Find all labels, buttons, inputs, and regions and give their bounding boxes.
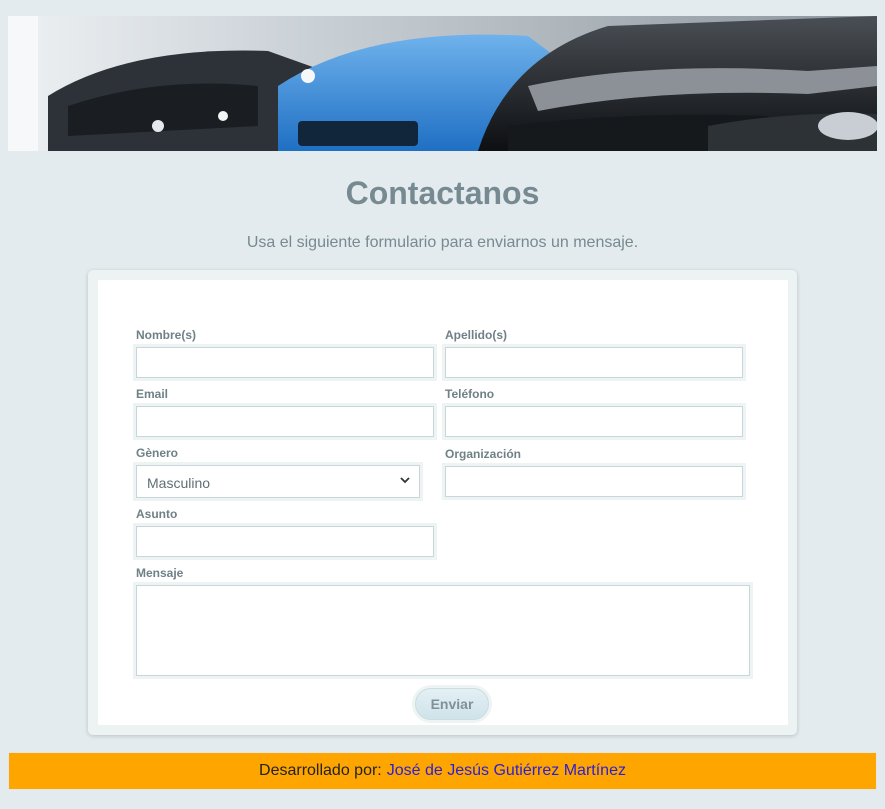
telefono-label: Teléfono: [445, 387, 495, 401]
nombre-label: Nombre(s): [136, 328, 197, 342]
telefono-input[interactable]: [445, 406, 743, 437]
footer: Desarrollado por: José de Jesús Gutiérre…: [8, 752, 877, 790]
organizacion-input[interactable]: [445, 466, 743, 497]
page-title: Contactanos: [345, 175, 540, 211]
genero-label: Gènero: [136, 446, 179, 460]
contact-form-card: Nombre(s) Apellido(s) Email Teléfono Gèn…: [88, 270, 797, 735]
apellido-input[interactable]: [445, 347, 743, 378]
genero-selected-value: Masculino: [147, 475, 211, 491]
footer-prefix: Desarrollado por:: [259, 762, 382, 779]
page-subtitle: Usa el siguiente formulario para enviarn…: [246, 234, 639, 251]
author-link[interactable]: José de Jesús Gutiérrez Martínez: [387, 762, 626, 780]
mensaje-label: Mensaje: [136, 566, 184, 580]
contact-form: Nombre(s) Apellido(s) Email Teléfono Gèn…: [98, 280, 788, 725]
apellido-label: Apellido(s): [445, 328, 507, 342]
email-label: Email: [136, 387, 169, 401]
nombre-input[interactable]: [136, 347, 434, 378]
organizacion-label: Organización: [445, 447, 522, 461]
chevron-down-icon: [400, 477, 410, 484]
asunto-label: Asunto: [136, 507, 178, 521]
enviar-button[interactable]: Enviar: [415, 688, 489, 720]
mensaje-textarea[interactable]: [136, 585, 750, 676]
banner-image: [8, 16, 877, 151]
asunto-input[interactable]: [136, 526, 434, 557]
email-input[interactable]: [136, 406, 434, 437]
genero-select[interactable]: Masculino: [136, 465, 420, 498]
